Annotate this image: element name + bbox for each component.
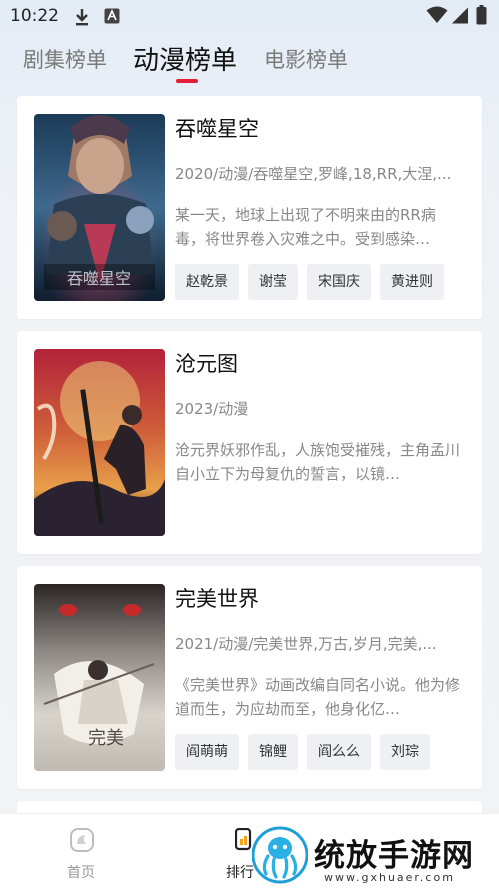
item-description: 某一天，地球上出现了不明来由的RR病毒，将世界卷入灾难之中。受到感染… <box>175 206 436 248</box>
nav-ranking-label: 排行 <box>226 865 254 881</box>
cast-tag[interactable]: 锦鲤 <box>248 734 298 770</box>
active-tab-indicator <box>176 79 198 83</box>
signal-icon <box>452 7 469 28</box>
tab-drama-ranking[interactable]: 剧集榜单 <box>23 44 107 74</box>
battery-icon <box>476 5 487 29</box>
svg-text:完美: 完美 <box>88 728 124 749</box>
list-item[interactable]: 沧元图 2023/动漫 沧元界妖邪作乱，人族饱受摧残，主角孟川自小立下为母复仇的… <box>17 331 482 554</box>
cast-tag[interactable]: 刘琮 <box>380 734 430 770</box>
item-meta: 2023/动漫 <box>175 400 249 418</box>
cast-tag[interactable]: 宋国庆 <box>307 264 371 300</box>
cast-tag[interactable]: 阎萌萌 <box>175 734 239 770</box>
poster-image: 吞噬星空 <box>34 114 165 301</box>
cast-tag[interactable]: 阎么么 <box>307 734 371 770</box>
item-title: 沧元图 <box>175 352 238 376</box>
wifi-icon <box>426 6 448 28</box>
item-description: 《完美世界》动画改编自同名小说。他为修道而生，为应劫而至，他身化亿… <box>175 676 460 718</box>
cast-tag[interactable]: 谢莹 <box>248 264 298 300</box>
font-a-icon <box>104 8 120 28</box>
watermark-text: 统放手游网 <box>314 838 474 874</box>
item-meta: 2021/动漫/完美世界,万古,岁月,完美,... <box>175 635 437 653</box>
cast-tag[interactable]: 黄进则 <box>380 264 444 300</box>
cast-tags: 赵乾景 谢莹 宋国庆 黄进则 <box>175 264 482 304</box>
item-title: 完美世界 <box>175 587 259 611</box>
status-time: 10:22 <box>10 6 59 26</box>
nav-home-label: 首页 <box>67 865 95 881</box>
tab-movie-ranking[interactable]: 电影榜单 <box>264 44 348 74</box>
tab-anime-ranking[interactable]: 动漫榜单 <box>133 40 237 77</box>
cast-tags: 阎萌萌 锦鲤 阎么么 刘琮 <box>175 734 482 774</box>
list-item[interactable]: 吞噬星空 吞噬星空 2020/动漫/吞噬星空,罗峰,18,RR,大涅,... 某… <box>17 96 482 319</box>
watermark-url: www.gxhuaer.com <box>324 871 455 884</box>
svg-text:吞噬星空: 吞噬星空 <box>67 269 131 288</box>
octopus-logo <box>251 826 309 888</box>
poster-image: 完美 <box>34 584 165 771</box>
ranking-tabs: 剧集榜单 动漫榜单 电影榜单 <box>0 36 499 86</box>
cast-tag[interactable]: 赵乾景 <box>175 264 239 300</box>
item-meta: 2020/动漫/吞噬星空,罗峰,18,RR,大涅,... <box>175 165 452 183</box>
list-item[interactable]: 完美 完美世界 2021/动漫/完美世界,万古,岁月,完美,... 《完美世界》… <box>17 566 482 789</box>
nav-home[interactable]: 首页 <box>50 814 116 889</box>
item-title: 吞噬星空 <box>175 117 259 141</box>
home-icon <box>70 828 94 856</box>
poster-image <box>34 349 165 536</box>
item-description: 沧元界妖邪作乱，人族饱受摧残，主角孟川自小立下为母复仇的誓言，以镜… <box>175 441 460 483</box>
download-icon <box>73 8 91 30</box>
site-watermark: 统放手游网 www.gxhuaer.com <box>251 826 499 888</box>
status-bar: 10:22 <box>0 0 499 34</box>
